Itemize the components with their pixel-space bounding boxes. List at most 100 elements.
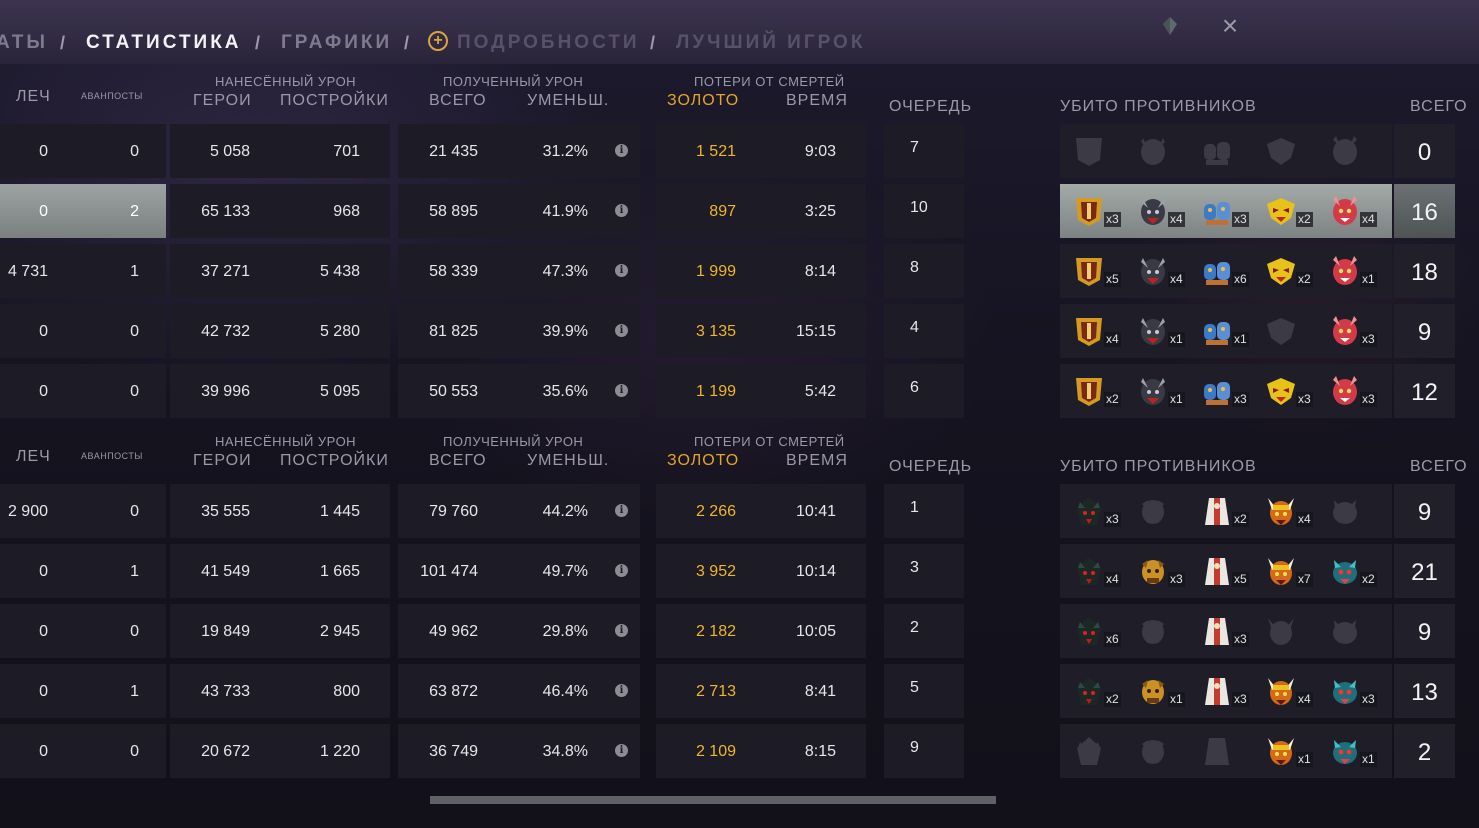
info-icon[interactable]: i: [615, 684, 628, 697]
player-stat-row[interactable]: 0 0: [0, 304, 166, 358]
hero-dark-icon[interactable]: [1136, 374, 1170, 408]
hero-robe-icon[interactable]: [1200, 494, 1234, 528]
building-damage-value: 968: [333, 203, 360, 220]
hero-bug-icon[interactable]: [1328, 494, 1362, 528]
heal-value: 2 900: [7, 503, 48, 520]
hero-robe-icon[interactable]: [1200, 554, 1234, 588]
gem-icon[interactable]: [1162, 16, 1178, 36]
hero-shadow-icon[interactable]: [1072, 554, 1106, 588]
player-stat-row[interactable]: 0 2: [0, 184, 166, 238]
hero-mask-icon[interactable]: [1264, 314, 1298, 348]
info-icon[interactable]: i: [615, 144, 628, 157]
hero-ogre-icon[interactable]: [1200, 374, 1234, 408]
hero-dark-icon[interactable]: [1136, 314, 1170, 348]
hero-robe-icon[interactable]: [1200, 734, 1234, 768]
player-stat-row[interactable]: 0 1: [0, 544, 166, 598]
player-stat-row[interactable]: 4 731 1: [0, 244, 166, 298]
hero-mask-icon[interactable]: [1264, 374, 1298, 408]
taken-reduced-value: 49.7%: [542, 563, 588, 580]
tab-separator: /: [255, 33, 261, 53]
hero-horned-icon[interactable]: [1264, 734, 1298, 768]
horizontal-scrollbar[interactable]: [430, 796, 996, 804]
hero-demon-icon[interactable]: [1328, 314, 1362, 348]
hero-shadow-icon[interactable]: [1072, 614, 1106, 648]
player-stat-row[interactable]: 0 0: [0, 604, 166, 658]
building-damage-value: 5 438: [319, 263, 360, 280]
close-button[interactable]: ×: [1218, 12, 1242, 40]
hero-mask-icon[interactable]: [1264, 134, 1298, 168]
hero-shield-icon[interactable]: [1072, 254, 1106, 288]
hero-horned-icon[interactable]: [1264, 554, 1298, 588]
info-icon[interactable]: i: [615, 204, 628, 217]
tab-best-player[interactable]: ЛУЧШИЙ ИГРОК: [676, 32, 865, 54]
gold-lost-value: 2 266: [695, 503, 736, 520]
hero-bug-icon[interactable]: [1328, 674, 1362, 708]
hero-demon-icon[interactable]: [1328, 374, 1362, 408]
player-stat-row[interactable]: 0 1: [0, 664, 166, 718]
hero-demon-icon[interactable]: [1328, 254, 1362, 288]
hero-demon-icon[interactable]: [1328, 194, 1362, 228]
hero-robe-icon[interactable]: [1200, 674, 1234, 708]
hero-ogre-icon[interactable]: [1200, 314, 1234, 348]
info-icon[interactable]: i: [615, 264, 628, 277]
hero-bug-icon[interactable]: [1328, 554, 1362, 588]
info-icon[interactable]: i: [615, 564, 628, 577]
header-death-losses: ПОТЕРИ ОТ СМЕРТЕЙ: [694, 74, 845, 89]
hero-shield-icon[interactable]: [1072, 374, 1106, 408]
queue-value: 2: [910, 619, 919, 636]
kill-multiplier: x3: [1360, 392, 1377, 407]
header-kills-total: ВСЕГО: [1410, 98, 1468, 115]
info-icon[interactable]: i: [615, 504, 628, 517]
player-stat-row[interactable]: 0 0: [0, 364, 166, 418]
hero-dark-icon[interactable]: [1136, 134, 1170, 168]
hero-robe-icon[interactable]: [1200, 614, 1234, 648]
hero-ogre-icon[interactable]: [1200, 254, 1234, 288]
kills-total-value: 16: [1411, 199, 1438, 226]
hero-mask-icon[interactable]: [1264, 194, 1298, 228]
tab-graphs[interactable]: ГРАФИКИ: [281, 32, 392, 54]
hero-beast-icon[interactable]: [1136, 554, 1170, 588]
taken-total-value: 21 435: [429, 143, 478, 160]
hero-beast-icon[interactable]: [1136, 494, 1170, 528]
hero-dark-icon[interactable]: [1136, 194, 1170, 228]
hero-dark-icon[interactable]: [1136, 254, 1170, 288]
gold-lost-value: 1 199: [695, 383, 736, 400]
tab-chats[interactable]: АТЫ: [0, 32, 48, 54]
hero-horned-icon[interactable]: [1264, 494, 1298, 528]
hero-beast-icon[interactable]: [1136, 734, 1170, 768]
death-losses-cell: 3 952 10:14: [656, 544, 866, 598]
player-stat-row[interactable]: 0 0: [0, 124, 166, 178]
info-icon[interactable]: i: [615, 384, 628, 397]
hero-ogre-icon[interactable]: [1200, 194, 1234, 228]
info-icon[interactable]: i: [615, 624, 628, 637]
info-icon[interactable]: i: [615, 744, 628, 757]
hero-shadow-icon[interactable]: [1072, 674, 1106, 708]
hero-shadow-icon[interactable]: [1072, 494, 1106, 528]
player-stat-row[interactable]: 2 900 0: [0, 484, 166, 538]
hero-demon-icon[interactable]: [1328, 134, 1362, 168]
hero-shield-icon[interactable]: [1072, 134, 1106, 168]
hero-bug-icon[interactable]: [1328, 734, 1362, 768]
hero-shield-icon[interactable]: [1072, 194, 1106, 228]
hero-beast-icon[interactable]: [1136, 614, 1170, 648]
kills-total-value: 2: [1417, 739, 1432, 766]
hero-damage-value: 37 271: [201, 263, 250, 280]
hero-horned-icon[interactable]: [1264, 614, 1298, 648]
outposts-value: 0: [130, 503, 139, 520]
tab-details[interactable]: ПОДРОБНОСТИ: [457, 32, 640, 54]
hero-ogre-icon[interactable]: [1200, 134, 1234, 168]
damage-dealt-cell: 39 996 5 095: [170, 364, 390, 418]
info-icon[interactable]: i: [615, 324, 628, 337]
hero-horned-icon[interactable]: [1264, 674, 1298, 708]
player-stat-row[interactable]: 0 0: [0, 724, 166, 778]
hero-bug-icon[interactable]: [1328, 614, 1362, 648]
hero-mask-icon[interactable]: [1264, 254, 1298, 288]
kill-multiplier: x3: [1168, 572, 1185, 587]
hero-beast-icon[interactable]: [1136, 674, 1170, 708]
hero-shadow-icon[interactable]: [1072, 734, 1106, 768]
enemies-killed-row: x1 x1: [1060, 724, 1392, 778]
header-total: ВСЕГО: [429, 452, 487, 469]
tab-statistics[interactable]: СТАТИСТИКА: [86, 32, 242, 54]
kill-multiplier: x2: [1232, 512, 1249, 527]
hero-shield-icon[interactable]: [1072, 314, 1106, 348]
